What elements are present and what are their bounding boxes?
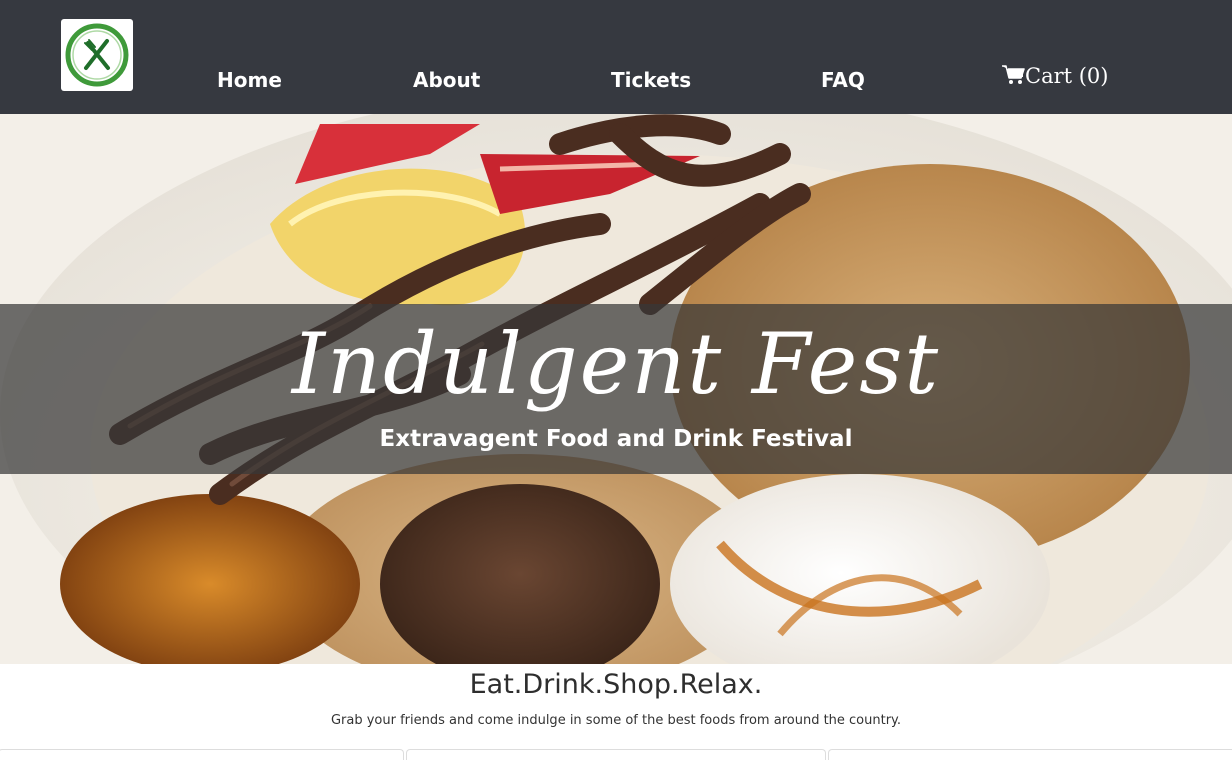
cart-link[interactable]: Cart (0) bbox=[1002, 61, 1109, 91]
feature-card bbox=[828, 749, 1232, 760]
tagline: Eat.Drink.Shop.Relax. bbox=[469, 669, 763, 700]
site-logo[interactable] bbox=[61, 19, 133, 91]
hero-subtitle: Extravagent Food and Drink Festival bbox=[379, 426, 853, 452]
hero-section: Indulgent Fest Extravagent Food and Drin… bbox=[0, 114, 1232, 664]
feature-card bbox=[0, 749, 404, 760]
hero-title: Indulgent Fest bbox=[291, 315, 941, 413]
hero-banner: Indulgent Fest Extravagent Food and Drin… bbox=[0, 304, 1232, 474]
shopping-cart-icon bbox=[1002, 65, 1025, 84]
navbar: Home About Tickets FAQ Cart (0) bbox=[0, 0, 1232, 114]
intro-text: Grab your friends and come indulge in so… bbox=[330, 713, 902, 728]
fork-knife-logo-icon bbox=[65, 23, 129, 87]
nav-link-home[interactable]: Home bbox=[217, 66, 282, 94]
feature-card bbox=[406, 749, 826, 760]
cart-label: Cart (0) bbox=[1025, 64, 1109, 88]
nav-link-tickets[interactable]: Tickets bbox=[611, 66, 691, 94]
nav-link-about[interactable]: About bbox=[413, 66, 480, 94]
nav-link-faq[interactable]: FAQ bbox=[821, 66, 865, 94]
